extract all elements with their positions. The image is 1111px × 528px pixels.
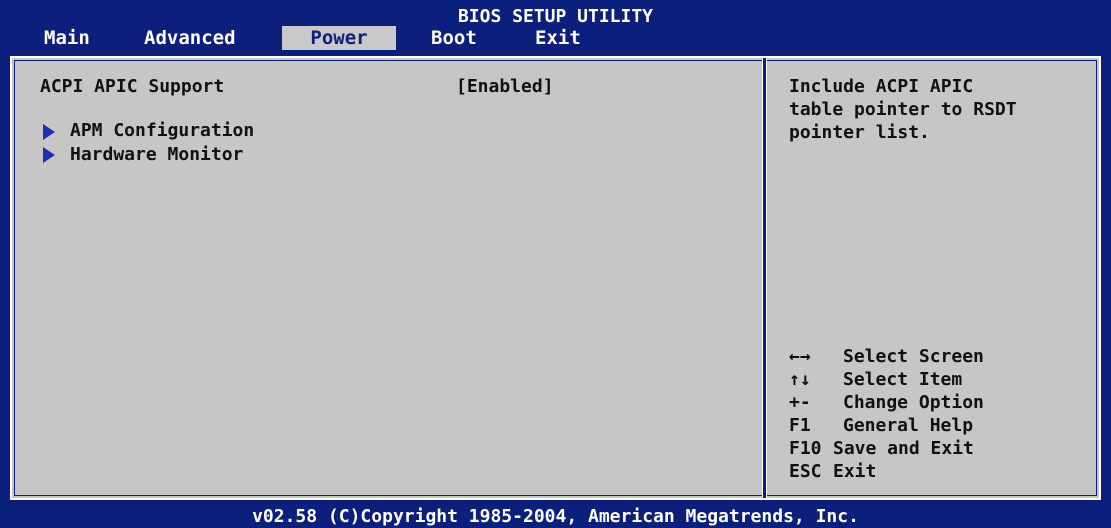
key-action: General Help bbox=[843, 415, 974, 436]
tab-exit[interactable]: Exit bbox=[535, 26, 581, 50]
key-legend-row: F10 Save and Exit bbox=[789, 438, 974, 459]
key-action: Select Item bbox=[843, 369, 963, 390]
acpi-apic-support-label[interactable]: ACPI APIC Support bbox=[40, 76, 224, 97]
acpi-apic-support-value[interactable]: [Enabled] bbox=[456, 76, 554, 97]
submenu-hardware-monitor[interactable]: Hardware Monitor bbox=[70, 144, 243, 165]
key-legend-row: F1 General Help bbox=[789, 415, 973, 436]
key-action: Change Option bbox=[843, 392, 984, 413]
key-action: Exit bbox=[833, 461, 877, 482]
arrow-up-down-icon: ↑↓ bbox=[789, 369, 811, 390]
key-label: F1 bbox=[789, 415, 811, 436]
key-action: Select Screen bbox=[843, 346, 984, 367]
help-text-line: pointer list. bbox=[789, 122, 930, 143]
key-label: +- bbox=[789, 392, 811, 413]
tab-advanced[interactable]: Advanced bbox=[144, 26, 236, 50]
submenu-apm-configuration[interactable]: APM Configuration bbox=[70, 120, 254, 141]
copyright-footer: v02.58 (C)Copyright 1985-2004, American … bbox=[0, 506, 1111, 528]
key-label: ESC bbox=[789, 461, 822, 482]
bios-title: BIOS SETUP UTILITY bbox=[457, 6, 654, 27]
tab-main[interactable]: Main bbox=[44, 26, 90, 50]
help-text-line: table pointer to RSDT bbox=[789, 99, 1017, 120]
key-label: F10 bbox=[789, 438, 822, 459]
tab-boot[interactable]: Boot bbox=[431, 26, 477, 50]
panel-divider bbox=[762, 58, 767, 498]
key-legend-row: ←→ Select Screen bbox=[789, 346, 984, 367]
submenu-arrow-icon bbox=[43, 147, 55, 163]
key-action: Save and Exit bbox=[833, 438, 974, 459]
tab-power[interactable]: Power bbox=[282, 26, 396, 50]
key-legend-row: ↑↓ Select Item bbox=[789, 369, 962, 390]
key-legend-row: +- Change Option bbox=[789, 392, 984, 413]
help-text-line: Include ACPI APIC bbox=[789, 76, 974, 97]
key-legend-row: ESC Exit bbox=[789, 461, 876, 482]
title-bar: BIOS SETUP UTILITY Main Advanced Power B… bbox=[0, 0, 1111, 50]
submenu-arrow-icon bbox=[43, 124, 55, 140]
arrow-left-right-icon: ←→ bbox=[789, 346, 811, 367]
